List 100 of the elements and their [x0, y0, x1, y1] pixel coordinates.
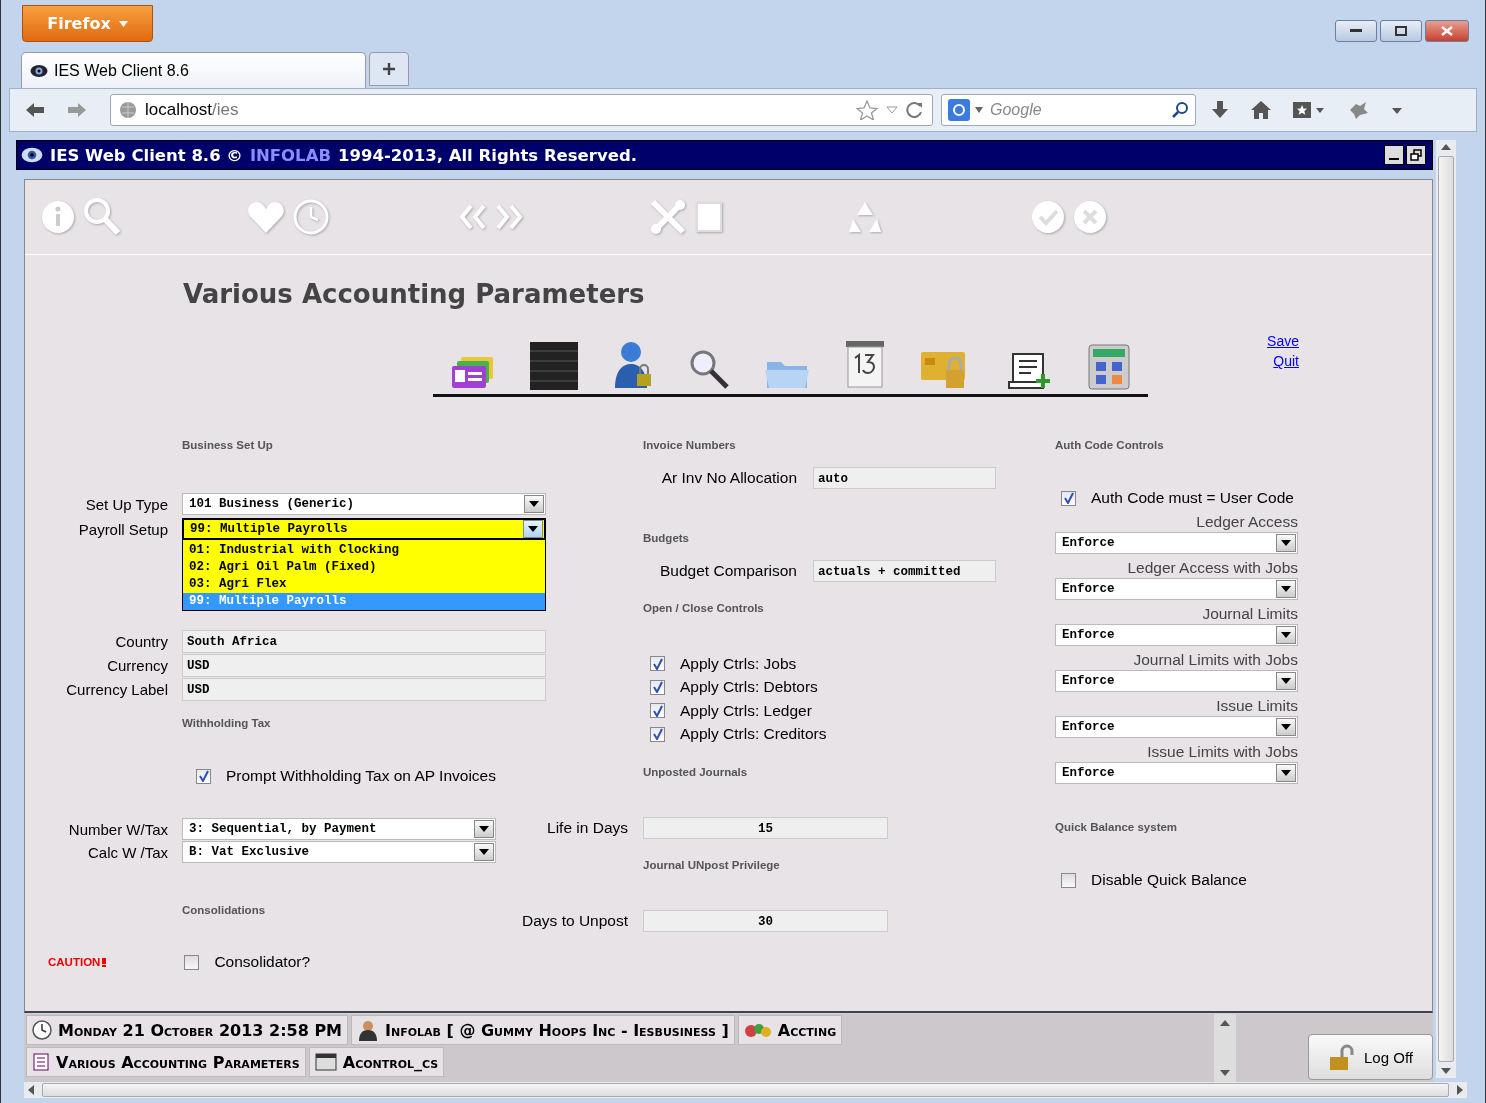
- restore-button[interactable]: [1406, 145, 1426, 165]
- scroll-down-icon[interactable]: [1441, 1068, 1451, 1074]
- field-label: Number W/Tax: [67, 820, 169, 838]
- text-field[interactable]: South Africa: [182, 630, 546, 653]
- caret-icon: [479, 849, 489, 855]
- select-field[interactable]: Enforce: [1055, 670, 1298, 692]
- select-field[interactable]: 3: Sequential, by Payment: [182, 818, 496, 840]
- text-field[interactable]: auto: [813, 467, 996, 489]
- browser-tab[interactable]: IES Web Client 8.6: [21, 52, 366, 88]
- page-title: Various Accounting Parameters: [183, 279, 646, 309]
- section-heading: Journal UNpost Privilege: [643, 858, 780, 873]
- caret-icon: [479, 826, 489, 832]
- server-rack-icon[interactable]: [529, 342, 578, 390]
- field-label: Calc W /Tax: [87, 843, 169, 861]
- text-field[interactable]: USD: [182, 678, 546, 701]
- caret-icon: [528, 526, 538, 532]
- taskbar-item[interactable]: Monday 21 October 2013 2:58 PM: [26, 1015, 349, 1045]
- caret-icon: [529, 501, 539, 507]
- globe-icon: [119, 101, 137, 119]
- field-label: Set Up Type: [84, 495, 169, 513]
- scroll-up-icon[interactable]: [1441, 144, 1451, 150]
- text-field[interactable]: actuals + committed: [813, 560, 996, 582]
- horizontal-scrollbar[interactable]: [24, 1082, 1467, 1098]
- user-lock-icon[interactable]: [613, 340, 654, 390]
- calculator-icon[interactable]: [1088, 344, 1131, 390]
- minimize-button[interactable]: [1335, 20, 1377, 42]
- exclamation-icon: [102, 957, 107, 967]
- download-icon[interactable]: [1210, 100, 1230, 120]
- dropdown-arrow-icon[interactable]: [886, 106, 898, 114]
- app-title: IES Web Client 8.6 ©: [50, 145, 243, 165]
- calendar-icon[interactable]: [844, 340, 885, 390]
- checkbox[interactable]: [196, 768, 211, 784]
- select-field[interactable]: Enforce: [1055, 578, 1298, 600]
- back-icon[interactable]: [24, 101, 46, 119]
- field-label: Journal Limits: [1201, 604, 1298, 624]
- log-off-button[interactable]: Log Off: [1308, 1034, 1433, 1080]
- vertical-scrollbar[interactable]: [1436, 140, 1456, 1078]
- checkbox[interactable]: [650, 679, 665, 695]
- taskbar-item[interactable]: Accting: [737, 1015, 843, 1045]
- checkbox[interactable]: [650, 703, 665, 719]
- close-button[interactable]: [1425, 20, 1469, 42]
- checkbox-label: Apply Ctrls: Jobs: [680, 654, 797, 673]
- id-cards-icon[interactable]: [450, 356, 495, 390]
- section-heading: Quick Balance system: [1055, 820, 1178, 835]
- magnifier-icon[interactable]: [688, 348, 731, 390]
- checkbox[interactable]: [1061, 872, 1076, 888]
- text-field[interactable]: 15: [643, 817, 888, 839]
- search-bar[interactable]: Google: [941, 94, 1196, 126]
- bookmarks-icon[interactable]: [1292, 100, 1326, 120]
- select-field[interactable]: Enforce: [1055, 716, 1298, 738]
- home-icon[interactable]: [1250, 100, 1272, 120]
- reload-icon[interactable]: [906, 101, 924, 119]
- search-engine-icon[interactable]: [948, 99, 970, 121]
- checkbox[interactable]: [184, 954, 200, 970]
- text-field[interactable]: 30: [643, 910, 888, 932]
- window-icon: [314, 1053, 337, 1071]
- field-label: Ar Inv No Allocation: [660, 469, 798, 487]
- checkbox[interactable]: [650, 656, 665, 672]
- maximize-button[interactable]: [1380, 20, 1422, 42]
- select-field[interactable]: Enforce: [1055, 762, 1298, 784]
- caret-icon: [1281, 724, 1291, 730]
- user-icon: [357, 1019, 380, 1041]
- select-field[interactable]: 101 Business (Generic): [182, 493, 546, 515]
- search-input[interactable]: Google: [988, 100, 1166, 120]
- document-icon: [32, 1053, 50, 1071]
- scroll-down-icon[interactable]: [1220, 1070, 1230, 1076]
- form-link[interactable]: Save: [1267, 333, 1299, 349]
- new-tab-button[interactable]: [369, 52, 409, 86]
- dropdown-option[interactable]: 01: Industrial with Clocking: [183, 542, 545, 559]
- scroll-right-icon[interactable]: [1457, 1085, 1463, 1095]
- select-field[interactable]: 99: Multiple Payrolls: [182, 518, 546, 540]
- taskbar-scrollbar[interactable]: [1214, 1014, 1236, 1082]
- select-field[interactable]: B: Vat Exclusive: [182, 841, 496, 863]
- section-heading: Unposted Journals: [643, 765, 748, 780]
- dropdown-option[interactable]: 02: Agri Oil Palm (Fixed): [183, 559, 545, 576]
- eye-icon: [30, 63, 48, 78]
- text-field[interactable]: USD: [182, 654, 546, 677]
- copyright-text: 1994-2013, All Rights Reserved.: [338, 145, 637, 165]
- taskbar-item[interactable]: Acontrol_cs: [308, 1047, 445, 1077]
- select-field[interactable]: Enforce: [1055, 624, 1298, 646]
- eye-icon: [21, 146, 43, 164]
- minimize-icon: [1389, 158, 1399, 160]
- checkbox[interactable]: [1061, 490, 1076, 506]
- form-link[interactable]: Quit: [1273, 353, 1299, 369]
- check-icon[interactable]: [1031, 200, 1065, 234]
- scroll-up-icon[interactable]: [1220, 1020, 1230, 1026]
- scroll-left-icon[interactable]: [28, 1085, 34, 1095]
- field-label: Days to Unpost: [521, 912, 629, 930]
- minimize-button[interactable]: [1384, 145, 1404, 165]
- checkbox[interactable]: [650, 726, 665, 742]
- dropdown-option[interactable]: 03: Agri Flex: [183, 576, 545, 593]
- field-label: Journal Limits with Jobs: [1132, 650, 1298, 670]
- checkbox-label: Apply Ctrls: Ledger: [680, 701, 812, 720]
- address-bar[interactable]: localhost/ies: [110, 94, 933, 126]
- field-label: Ledger Access with Jobs: [1126, 558, 1298, 578]
- taskbar-item[interactable]: Infolab [ @ Gummy Hoops Inc - Iesbusiness ]: [351, 1015, 735, 1045]
- select-field[interactable]: Enforce: [1055, 532, 1298, 554]
- taskbar-item[interactable]: Various Accounting Parameters: [26, 1047, 306, 1077]
- search-icon[interactable]: [1171, 101, 1189, 119]
- star-icon[interactable]: [856, 100, 878, 120]
